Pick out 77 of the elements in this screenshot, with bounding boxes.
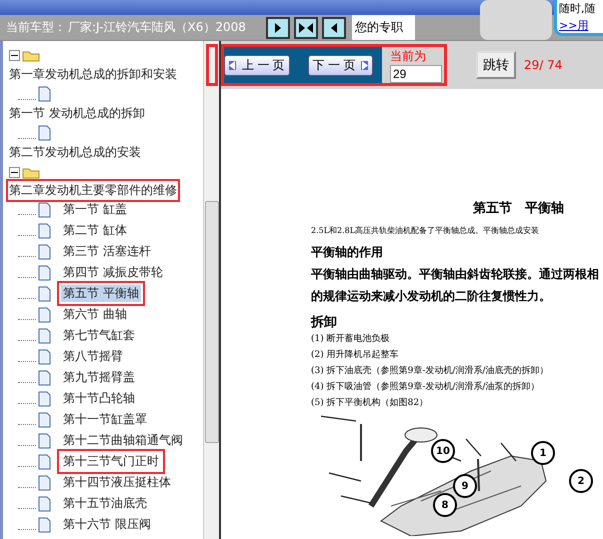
callout-number: 10 xyxy=(431,439,455,463)
page-icon xyxy=(38,306,51,322)
step-text: (5) 拆下平衡机构（如图82） xyxy=(311,396,430,410)
callout-number: 2 xyxy=(569,469,593,493)
step-text: (1) 断开蓄电池负极 xyxy=(311,332,391,346)
panel-split-button[interactable] xyxy=(294,16,318,38)
step-text: (4) 拆下吸油管（参照第9章-发动机/润滑系/油泵的拆卸） xyxy=(311,380,540,394)
current-page-label: 当前为 xyxy=(390,48,427,64)
arrow-right-icon xyxy=(274,22,282,32)
page-icon xyxy=(38,348,51,364)
step-text: (2) 用升降机吊起整车 xyxy=(311,348,400,362)
page-icon xyxy=(38,496,51,512)
tree-item[interactable]: 第二节发动机总成的安装 xyxy=(9,143,203,162)
tree-item[interactable]: 第十节凸轮轴 xyxy=(61,390,137,407)
page-icon xyxy=(38,454,51,470)
folder-icon xyxy=(22,166,40,178)
vehicle-name: 厂家:J-江铃汽车陆风（X6）2008 xyxy=(68,19,246,36)
page-icon xyxy=(38,264,51,280)
tree-item[interactable]: 第一节 缸盖 xyxy=(61,201,129,218)
tree-item[interactable]: 第九节摇臂盖 xyxy=(61,369,137,386)
tree-item[interactable]: 第一节 发动机总成的拆卸 xyxy=(9,104,203,123)
step-text: (3) 拆下油底壳（参照第9章-发动机/润滑系/油底壳的拆卸） xyxy=(311,364,550,378)
tree-item[interactable]: 第五节 平衡轴 xyxy=(61,285,141,302)
tree-item[interactable]: 第十二节曲轴箱通气阀 xyxy=(61,432,185,449)
double-arrow-icon xyxy=(298,22,313,32)
tree-item[interactable]: 第三节 活塞连杆 xyxy=(61,243,153,260)
paragraph-line: 的规律运动来减小发动机的二阶往复惯性力。 xyxy=(311,288,552,305)
jump-button[interactable]: 跳转 xyxy=(476,51,516,79)
page-icon xyxy=(38,390,51,406)
intro-text: 2.5L和2.8L高压共轨柴油机配备了平衡轴总成。平衡轴总成安装 xyxy=(311,225,540,236)
annotation-box xyxy=(206,44,218,86)
page-icon xyxy=(38,222,51,238)
panel-right-button[interactable] xyxy=(266,16,290,38)
tree-item[interactable]: 第四节 减振皮带轮 xyxy=(61,264,165,281)
arrow-right-icon xyxy=(361,60,368,70)
page-icon xyxy=(38,474,51,490)
ad-text: 随时,随 xyxy=(559,1,596,17)
tree-item[interactable]: 第十一节缸盖罩 xyxy=(61,411,149,428)
paragraph-line: 平衡轴由曲轴驱动。平衡轴由斜齿轮联接。通过两根相 xyxy=(311,266,600,283)
tree-item[interactable]: 第十五节油底壳 xyxy=(61,495,149,512)
tree-item[interactable]: 第七节气缸套 xyxy=(61,327,137,344)
page-icon xyxy=(38,432,51,448)
scrollbar[interactable] xyxy=(203,41,219,539)
vehicle-label: 当前车型： xyxy=(6,19,66,36)
tree-item[interactable]: 第十六节 限压阀 xyxy=(61,516,153,533)
arrow-left-icon xyxy=(330,22,338,32)
previous-page-button[interactable]: 上 一 页 xyxy=(224,54,290,76)
page-number-field[interactable]: 29 xyxy=(390,64,442,82)
panel-left-button[interactable] xyxy=(322,16,346,38)
page-icon xyxy=(38,328,51,344)
tree-item[interactable]: 第二节 缸体 xyxy=(61,222,129,239)
collapse-toggle[interactable] xyxy=(9,166,20,178)
arrow-left-icon xyxy=(229,60,236,70)
page-icon xyxy=(38,244,51,260)
section-heading: 平衡轴的作用 xyxy=(311,244,384,261)
page-icon xyxy=(38,370,51,386)
tree-chapter[interactable]: 第一章发动机总成的拆卸和安装 xyxy=(9,65,203,84)
page-icon xyxy=(38,286,51,302)
scroll-thumb[interactable] xyxy=(205,201,219,443)
ad-link[interactable]: >>用 xyxy=(559,18,603,33)
page-icon xyxy=(38,516,51,532)
section-title: 第五节 平衡轴 xyxy=(473,200,565,217)
collapse-toggle[interactable] xyxy=(9,50,20,60)
page-icon xyxy=(38,412,51,428)
tree-item[interactable]: 第六节 曲轴 xyxy=(61,306,129,323)
next-page-button[interactable]: 下 一 页 xyxy=(308,54,374,76)
page-icon xyxy=(38,86,51,102)
callout-number: 1 xyxy=(531,441,555,465)
tree-item[interactable]: 第八节摇臂 xyxy=(61,348,125,365)
page-count: 29/ 74 xyxy=(524,58,562,72)
tree-item[interactable]: 第十四节液压挺柱体 xyxy=(61,474,173,491)
page-icon xyxy=(38,125,51,141)
banner-text: 您的专职 xyxy=(352,15,415,40)
page-icon xyxy=(38,202,51,218)
section-heading: 拆卸 xyxy=(311,314,338,331)
folder-icon xyxy=(22,48,40,62)
tree-chapter[interactable]: 第二章发动机主要零部件的维修 xyxy=(9,182,177,199)
